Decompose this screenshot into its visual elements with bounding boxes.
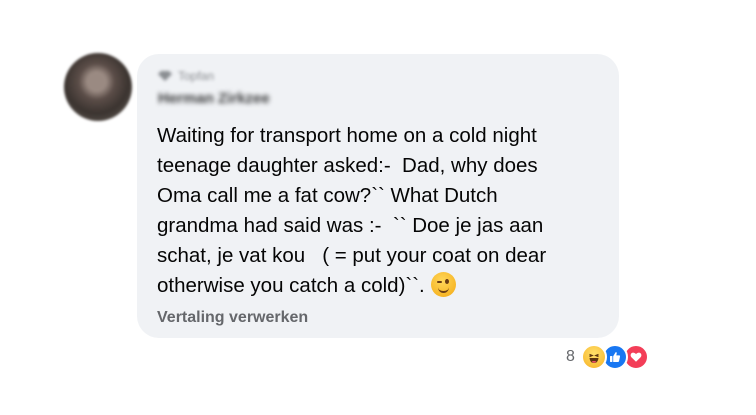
comment-author-name[interactable]: Herman Zirkzee [158,90,270,107]
comment-line: grandma had said was :- `` Doe je jas aa… [157,214,544,237]
comment-line: otherwise you catch a cold)``. [157,274,425,297]
reaction-count: 8 [566,348,575,365]
badge-label: Topfan [178,69,215,83]
reactions-summary[interactable]: 8 [566,344,649,370]
winking-face-emoji-icon [430,272,456,297]
comment-line: Waiting for transport home on a cold nig… [157,124,537,147]
haha-reaction-icon [580,344,607,370]
comment-line: Oma call me a fat cow?`` What Dutch [157,184,498,207]
translate-link[interactable]: Vertaling verwerken [157,309,308,327]
comment-line: teenage daughter asked:- Dad, why does [157,154,538,177]
comment-line: schat, je vat kou ( = put your coat on d… [157,244,547,267]
diamond-icon [158,71,172,81]
comment-last-line: otherwise you catch a cold)``. [157,271,612,301]
comment-text: Waiting for transport home on a cold nig… [157,121,612,301]
commenter-avatar[interactable] [64,53,132,121]
top-fan-badge: Topfan [158,68,214,84]
